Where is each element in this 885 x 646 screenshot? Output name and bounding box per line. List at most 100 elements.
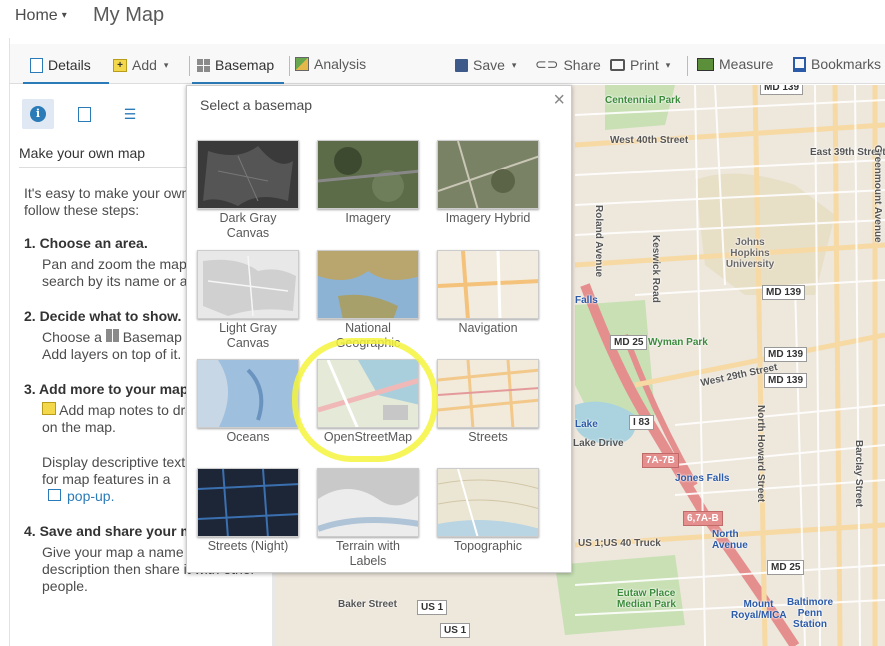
tab-legend[interactable]: ☰ xyxy=(114,99,146,129)
map-label-wyman-park: Wyman Park xyxy=(648,337,708,348)
basemap-thumbnail xyxy=(197,468,299,537)
basemap-thumbnail xyxy=(197,140,299,209)
basemap-thumbnail xyxy=(437,250,539,319)
basemap-terrain-with-labels[interactable]: Terrain with Labels xyxy=(317,468,419,569)
basemap-grid-icon xyxy=(197,58,210,72)
share-button[interactable]: ⊂⊃ Share xyxy=(535,56,601,73)
tab-about[interactable]: i xyxy=(22,99,54,129)
basemap-oceans[interactable]: Oceans xyxy=(197,359,299,445)
analysis-icon xyxy=(295,57,309,71)
home-label: Home xyxy=(15,7,58,24)
map-label-roland-ave: Roland Avenue xyxy=(593,205,604,278)
basemap-thumbnail xyxy=(317,250,419,319)
map-label-north-howard: North Howard Street xyxy=(755,405,766,503)
measure-icon xyxy=(697,57,714,71)
basemap-navigation[interactable]: Navigation xyxy=(437,250,539,336)
tab-content[interactable] xyxy=(68,99,100,129)
route-shield: MD 139 xyxy=(764,373,808,388)
basemap-openstreetmap[interactable]: OpenStreetMap xyxy=(317,359,419,445)
toolbar-divider xyxy=(289,56,290,76)
close-icon[interactable]: × xyxy=(553,89,565,112)
basemap-label: Light Gray Canvas xyxy=(219,321,277,350)
bookmarks-label: Bookmarks xyxy=(811,56,882,72)
route-shield: MD 25 xyxy=(767,560,805,575)
basemap-label: Dark Gray Canvas xyxy=(219,211,277,240)
basemap-label: Basemap xyxy=(215,57,275,73)
left-edge-strip xyxy=(0,38,10,646)
bookmark-icon xyxy=(793,56,806,72)
basemap-streets[interactable]: Streets xyxy=(437,359,539,445)
basemap-imagery[interactable]: Imagery xyxy=(317,140,419,226)
popup-icon xyxy=(48,489,61,501)
chevron-down-icon: ▾ xyxy=(511,59,517,70)
details-active-underline xyxy=(23,82,109,84)
measure-label: Measure xyxy=(719,56,774,72)
details-label: Details xyxy=(48,57,91,73)
basemap-thumbnail xyxy=(317,359,419,428)
basemap-label: Oceans xyxy=(226,430,270,444)
basemap-light-gray-canvas[interactable]: Light Gray Canvas xyxy=(197,250,299,351)
print-button[interactable]: Print ▾ xyxy=(610,57,670,73)
sidebar-tabs: i ☰ xyxy=(22,99,146,129)
map-label-west-40th: West 40th Street xyxy=(610,135,689,146)
route-shield: US 1 xyxy=(417,600,448,615)
toolbar-divider xyxy=(687,56,688,76)
top-bar: Home ▾ My Map xyxy=(0,0,885,38)
popup-link[interactable]: pop-up. xyxy=(67,488,114,504)
basemap-gallery-title: Select a basemap xyxy=(200,97,313,113)
map-label-us1-40: US 1;US 40 Truck xyxy=(578,538,661,549)
route-shield: MD 139 xyxy=(760,85,804,95)
printer-icon xyxy=(610,59,625,71)
basemap-label: National Geographic xyxy=(335,321,401,350)
route-shield: MD 25 xyxy=(610,335,648,350)
home-menu[interactable]: Home ▾ xyxy=(15,7,67,25)
step2-text-a: Choose a xyxy=(42,329,102,345)
map-label-greenmount: Greenmount Avenue xyxy=(872,145,883,243)
basemap-national-geographic[interactable]: National Geographic xyxy=(317,250,419,351)
info-icon: i xyxy=(30,106,46,122)
basemap-topographic[interactable]: Topographic xyxy=(437,468,539,554)
measure-button[interactable]: Measure xyxy=(697,56,773,72)
basemap-dark-gray-canvas[interactable]: Dark Gray Canvas xyxy=(197,140,299,241)
route-shield: US 1 xyxy=(440,623,471,638)
bookmarks-button[interactable]: Bookmarks xyxy=(793,56,881,72)
basemap-imagery-hybrid[interactable]: Imagery Hybrid xyxy=(437,140,539,226)
save-button[interactable]: Save ▾ xyxy=(455,57,516,73)
chevron-down-icon: ▾ xyxy=(61,10,67,21)
basemap-label: Imagery Hybrid xyxy=(445,211,531,225)
details-icon xyxy=(30,57,43,73)
map-label-baker-street: Baker Street xyxy=(338,599,397,610)
basemap-button[interactable]: Basemap xyxy=(197,57,274,73)
add-label: Add xyxy=(132,57,157,73)
toolbar-divider xyxy=(189,56,190,76)
map-label-penn-station: Baltimore Penn Station xyxy=(786,597,834,630)
add-button[interactable]: + Add ▾ xyxy=(113,57,168,73)
basemap-streets-night[interactable]: Streets (Night) xyxy=(197,468,299,554)
basemap-thumbnail xyxy=(317,468,419,537)
details-button[interactable]: Details xyxy=(30,57,91,73)
map-label-eutaw-place: Eutaw Place Median Park xyxy=(617,588,676,610)
basemap-label: Navigation xyxy=(458,321,518,335)
toolbar: Details + Add ▾ Basemap Analysis Save ▾ ⊂⊃… xyxy=(10,44,885,84)
analysis-label: Analysis xyxy=(314,56,367,72)
route-shield: MD 139 xyxy=(762,285,806,300)
route-shield: I 83 xyxy=(629,415,654,430)
share-label: Share xyxy=(563,56,601,73)
map-label-falls: Falls xyxy=(575,295,598,306)
save-label: Save xyxy=(473,57,505,73)
basemap-thumbnail xyxy=(197,359,299,428)
exit-label: 6,7A-B xyxy=(683,511,723,526)
map-note-icon xyxy=(42,402,56,415)
map-title[interactable]: My Map xyxy=(93,4,164,27)
basemap-gallery: Select a basemap × Dark Gray Canvas Imag… xyxy=(186,85,572,573)
map-label-lake: Lake xyxy=(575,419,598,430)
content-icon xyxy=(77,106,91,122)
basemap-thumbnail xyxy=(437,468,539,537)
exit-label: 7A-7B xyxy=(642,453,679,468)
basemap-label: Streets (Night) xyxy=(207,539,289,553)
basemap-thumbnail xyxy=(437,140,539,209)
basemap-label: Terrain with Labels xyxy=(336,539,400,568)
legend-list-icon: ☰ xyxy=(123,106,137,122)
analysis-button[interactable]: Analysis xyxy=(295,56,366,72)
map-label-lake-drive: Lake Drive xyxy=(573,438,624,449)
